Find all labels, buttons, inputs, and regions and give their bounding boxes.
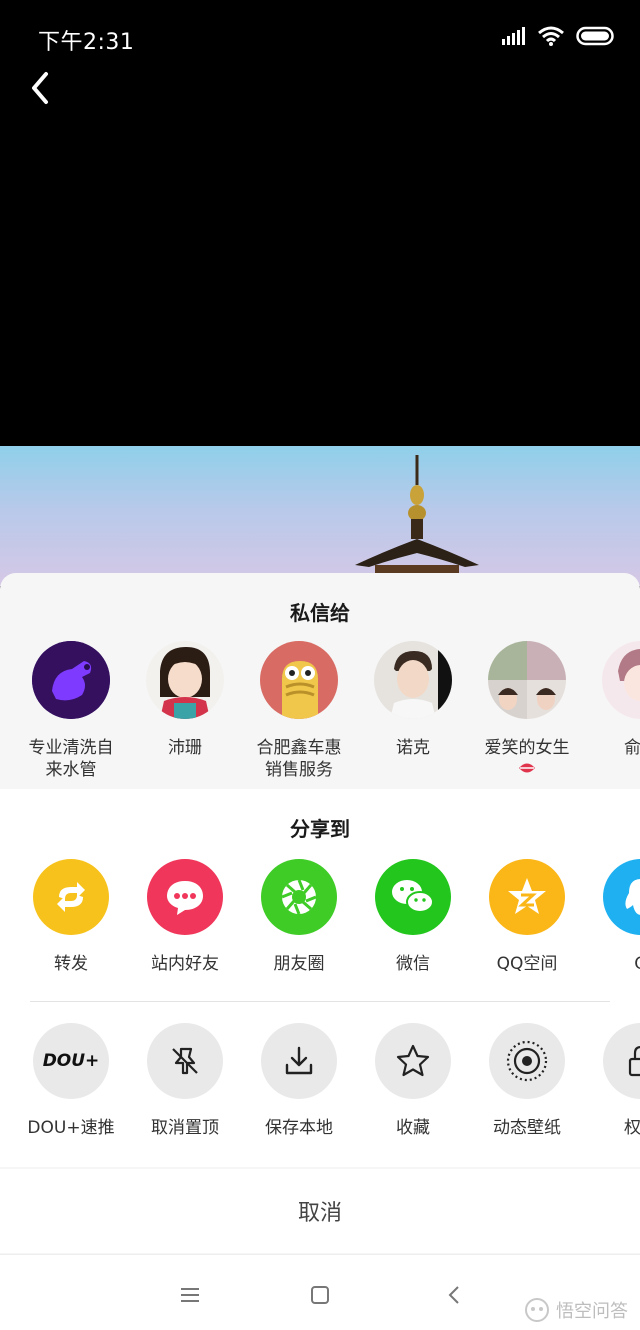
avatar-illustration-image	[602, 641, 640, 719]
share-label: 站内好友	[151, 954, 219, 974]
share-wechat-button[interactable]: 微信	[356, 859, 470, 975]
share-forward-button[interactable]: 转发	[14, 859, 128, 975]
contact-name: 专业清洗自来水管	[28, 738, 114, 780]
avatar-logo-image	[32, 641, 110, 719]
status-icons	[502, 26, 616, 46]
lock-icon	[603, 1023, 640, 1099]
contact-item[interactable]: 诺克	[356, 641, 470, 759]
contact-item[interactable]: 爱笑的女生	[470, 641, 584, 781]
permission-button[interactable]: 权限	[584, 1023, 640, 1139]
status-bar: 下午2:31	[0, 0, 640, 70]
avatar-collage-image	[488, 641, 566, 719]
dou-plus-button[interactable]: DOU+ DOU+速推	[14, 1023, 128, 1139]
share-sheet: 私信给 专业清洗自来水管 沛珊 合肥鑫车惠销售服务 诺克 爱笑的女生 俞 分享到…	[0, 573, 640, 1330]
chat-bubble-icon	[147, 859, 223, 935]
contact-name: 沛珊	[168, 738, 202, 758]
avatar	[374, 641, 452, 719]
video-photo-background	[0, 446, 640, 586]
action-label: 收藏	[396, 1118, 430, 1138]
wallpaper-icon	[489, 1023, 565, 1099]
share-label: Q	[581, 953, 640, 975]
status-time: 下午2:31	[38, 30, 135, 55]
share-label: 朋友圈	[273, 954, 325, 974]
contact-name-text: 爱笑的女生	[484, 738, 570, 758]
avatar	[146, 641, 224, 719]
unpin-button[interactable]: 取消置顶	[128, 1023, 242, 1139]
avatar	[260, 641, 338, 719]
home-icon[interactable]	[306, 1281, 334, 1309]
camera-aperture-icon	[261, 859, 337, 935]
private-message-title: 私信给	[290, 601, 350, 625]
dou-plus-icon: DOU+	[33, 1023, 109, 1099]
avatar-photo-image	[146, 641, 224, 719]
action-label: 权限	[624, 1118, 640, 1138]
wukong-logo-icon	[525, 1298, 549, 1322]
watermark-text: 悟空问答	[556, 1301, 628, 1322]
contact-item[interactable]: 合肥鑫车惠销售服务	[242, 641, 356, 781]
share-label: 微信	[396, 954, 430, 974]
dou-plus-logo-text: DOU+	[42, 1051, 100, 1071]
live-wallpaper-button[interactable]: 动态壁纸	[470, 1023, 584, 1139]
lips-emoji-icon	[517, 759, 537, 773]
forward-icon	[33, 859, 109, 935]
action-label: 动态壁纸	[493, 1118, 561, 1138]
contact-item[interactable]: 专业清洗自来水管	[14, 641, 128, 781]
avatar	[32, 641, 110, 719]
avatar-cartoon-image	[260, 641, 338, 719]
signal-icon	[502, 27, 525, 45]
pagoda-image	[355, 455, 479, 585]
star-icon	[375, 1023, 451, 1099]
watermark: 悟空问答	[524, 1297, 628, 1323]
favorite-button[interactable]: 收藏	[356, 1023, 470, 1139]
navigation-bar: 悟空问答	[0, 1254, 640, 1330]
qq-penguin-icon	[603, 859, 640, 935]
wifi-icon	[538, 26, 564, 46]
download-icon	[261, 1023, 337, 1099]
contact-name: 俞先	[624, 738, 640, 758]
action-label: DOU+速推	[27, 1118, 115, 1138]
action-label: 取消置顶	[151, 1118, 219, 1138]
contact-name: 合肥鑫车惠销售服务	[256, 738, 342, 780]
share-label: 转发	[54, 954, 88, 974]
private-message-contacts: 专业清洗自来水管 沛珊 合肥鑫车惠销售服务 诺克 爱笑的女生 俞	[0, 641, 640, 791]
divider	[30, 1001, 610, 1002]
back-icon[interactable]	[441, 1281, 469, 1309]
menu-icon[interactable]	[176, 1281, 204, 1309]
share-label: QQ空间	[496, 954, 558, 974]
contact-item[interactable]: 俞先	[584, 641, 640, 759]
cancel-button[interactable]: 取消	[0, 1169, 640, 1253]
avatar	[602, 641, 640, 719]
share-qzone-button[interactable]: QQ空间	[470, 859, 584, 975]
share-moments-button[interactable]: 朋友圈	[242, 859, 356, 975]
wechat-icon	[375, 859, 451, 935]
battery-icon	[576, 26, 614, 46]
action-label: 保存本地	[265, 1118, 333, 1138]
save-local-button[interactable]: 保存本地	[242, 1023, 356, 1139]
avatar-photo-image	[374, 641, 452, 719]
share-friends-button[interactable]: 站内好友	[128, 859, 242, 975]
back-arrow-icon[interactable]	[22, 68, 58, 108]
share-qq-button[interactable]: Q	[584, 859, 640, 975]
qzone-star-icon	[489, 859, 565, 935]
share-to-title: 分享到	[290, 817, 350, 841]
action-row: DOU+ DOU+速推 取消置顶 保存本地 收藏 动态壁纸 权	[0, 1023, 640, 1173]
unpin-icon	[147, 1023, 223, 1099]
contact-item[interactable]: 沛珊	[128, 641, 242, 759]
share-apps: 转发 站内好友 朋友圈 微信 QQ空间	[0, 859, 640, 1009]
contact-name: 爱笑的女生	[467, 737, 587, 781]
contact-name: 诺克	[396, 738, 430, 758]
avatar	[488, 641, 566, 719]
